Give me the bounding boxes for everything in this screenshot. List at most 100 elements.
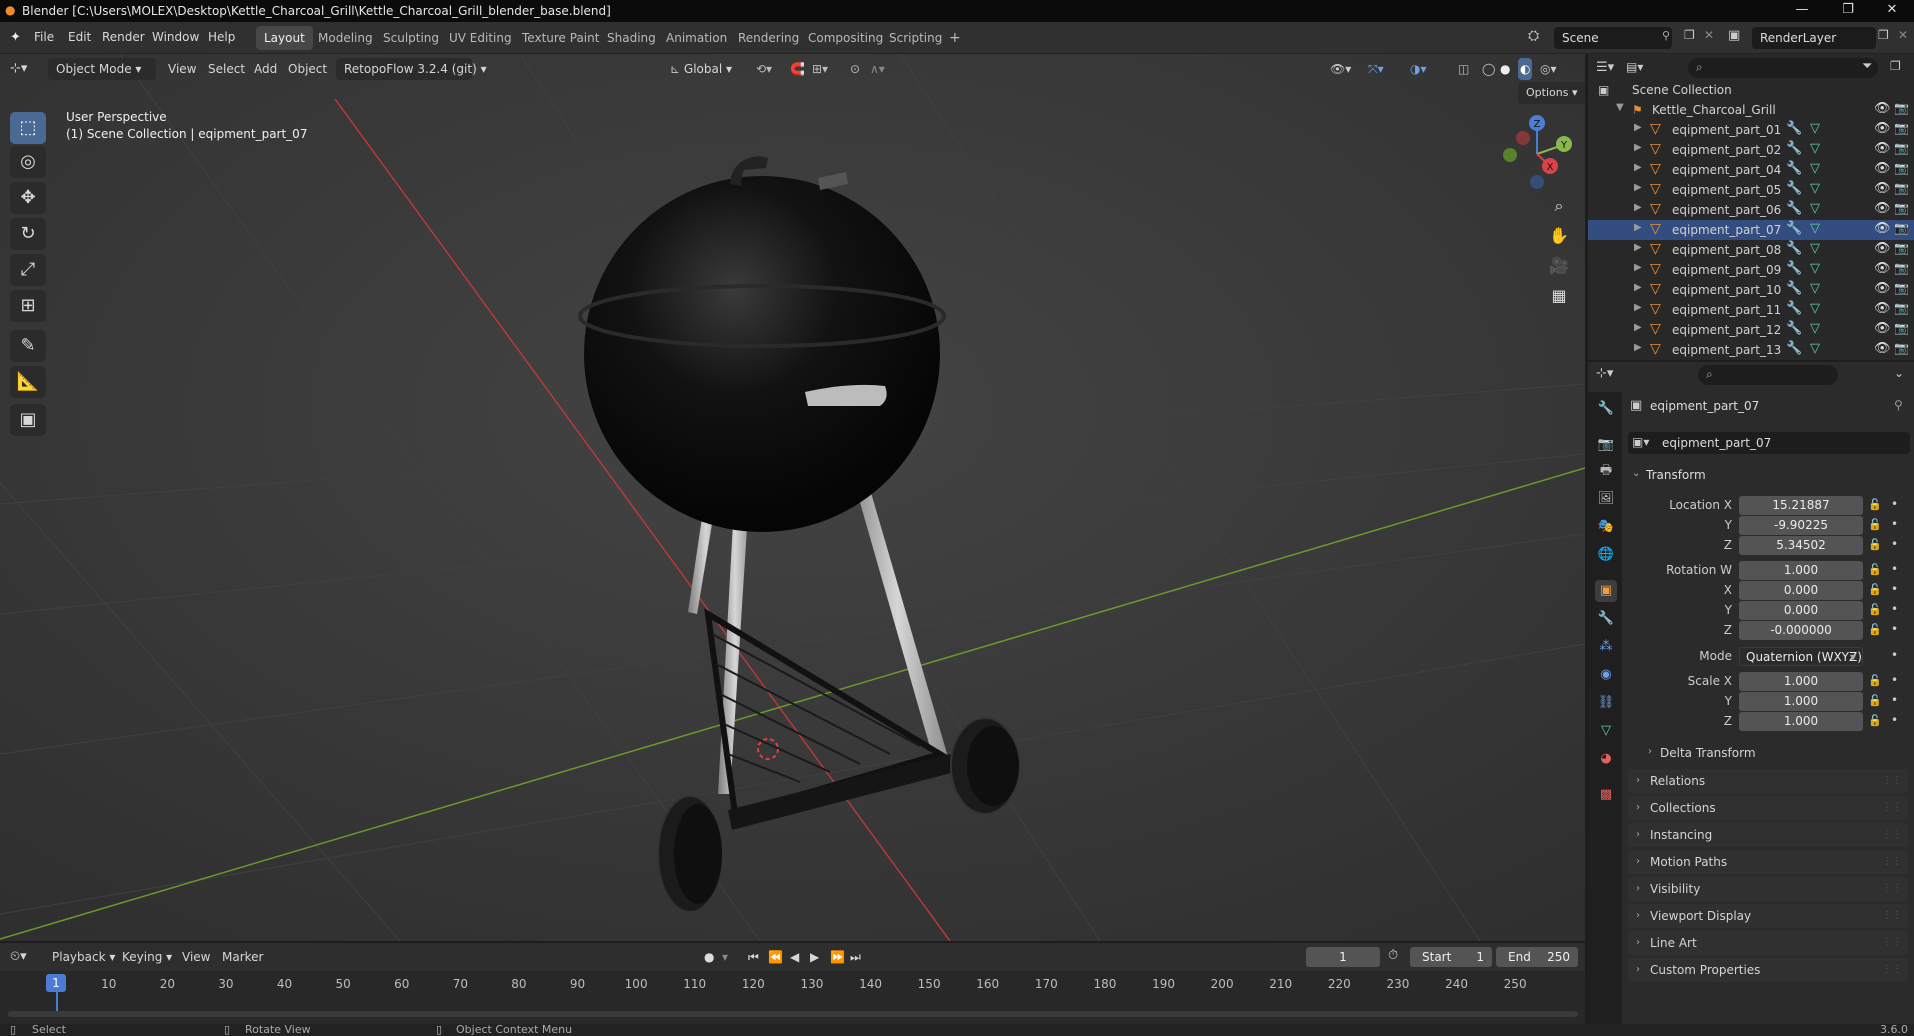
mesh-data-icon[interactable]: ▽: [1810, 241, 1820, 256]
timeline-scrollbar[interactable]: [8, 1011, 1578, 1017]
visibility-icon[interactable]: 👁▾: [1330, 58, 1351, 80]
pin-icon[interactable]: ⚲: [1662, 29, 1670, 42]
object-mode-dropdown[interactable]: Object Mode ▾: [48, 58, 156, 80]
rotation-mode-dropdown[interactable]: Quaternion (WXYZ) ▾: [1739, 647, 1863, 666]
object-datablock-field[interactable]: ▣▾ eqipment_part_07: [1628, 432, 1910, 454]
wireframe-shading-icon[interactable]: ◯: [1482, 58, 1495, 80]
properties-subpanel[interactable]: › Viewport Display ⋮⋮: [1628, 904, 1908, 928]
expand-arrow-icon[interactable]: ▶: [1634, 122, 1642, 133]
mesh-data-icon[interactable]: ▽: [1810, 181, 1820, 196]
outliner-search-input[interactable]: [1688, 58, 1878, 78]
scene-icon[interactable]: ⛭: [1528, 28, 1539, 44]
render-camera-icon[interactable]: 📷: [1894, 261, 1909, 275]
render-camera-icon[interactable]: 📷: [1894, 181, 1909, 195]
end-frame-field[interactable]: End 250: [1496, 947, 1578, 967]
keyframe-dot-icon[interactable]: •: [1891, 713, 1898, 727]
options-button[interactable]: Options ▾: [1518, 82, 1586, 104]
timeline-menu-keying[interactable]: Keying ▾: [122, 946, 172, 968]
world-tab-icon[interactable]: 🌐: [1595, 544, 1617, 566]
mesh-data-icon[interactable]: ▽: [1810, 201, 1820, 216]
menu-help[interactable]: Help: [208, 30, 235, 44]
render-camera-icon[interactable]: 📷: [1894, 121, 1909, 135]
eye-icon[interactable]: 👁: [1874, 161, 1891, 176]
eye-icon[interactable]: 👁: [1874, 221, 1891, 236]
drag-grip-icon[interactable]: ⋮⋮: [1882, 931, 1902, 955]
keyframe-dot-icon[interactable]: •: [1891, 622, 1898, 636]
play-reverse-icon[interactable]: ◀: [790, 946, 799, 968]
solid-shading-icon[interactable]: ●: [1500, 58, 1510, 80]
render-camera-icon[interactable]: 📷: [1894, 201, 1909, 215]
scale-x-field[interactable]: 1.000: [1739, 672, 1863, 691]
lock-icon[interactable]: 🔓: [1868, 714, 1882, 727]
scale-y-field[interactable]: 1.000: [1739, 692, 1863, 711]
keyframe-dot-icon[interactable]: •: [1891, 562, 1898, 576]
mesh-data-icon[interactable]: ▽: [1810, 281, 1820, 296]
keyframe-dot-icon[interactable]: •: [1891, 582, 1898, 596]
expand-arrow-icon[interactable]: ▶: [1634, 202, 1642, 213]
modifier-wrench-icon[interactable]: 🔧: [1786, 241, 1802, 256]
orientation-dropdown[interactable]: ⊾ Global ▾: [670, 58, 746, 80]
outliner-item[interactable]: ▶ ▽ eqipment_part_01 🔧 ▽ 👁 📷: [1588, 120, 1914, 140]
delete-view-layer-icon[interactable]: ✕: [1898, 28, 1908, 42]
tab-modeling[interactable]: Modeling: [310, 26, 381, 50]
outliner-collection[interactable]: ▼ ⚑ Kettle_Charcoal_Grill 👁 📷: [1588, 100, 1914, 120]
keyframe-dot-icon[interactable]: •: [1891, 648, 1898, 662]
constraints-tab-icon[interactable]: ⛓: [1595, 692, 1617, 714]
filter-icon[interactable]: ⏷: [1862, 59, 1872, 74]
eye-icon[interactable]: 👁: [1874, 341, 1891, 356]
material-shading-icon[interactable]: ◐: [1518, 58, 1533, 80]
new-collection-icon[interactable]: ❐: [1890, 59, 1901, 73]
menu-file[interactable]: File: [34, 30, 54, 44]
expand-arrow-icon[interactable]: ▶: [1634, 322, 1642, 333]
keyframe-dot-icon[interactable]: •: [1891, 693, 1898, 707]
rotation-x-field[interactable]: 0.000: [1739, 581, 1863, 600]
render-camera-icon[interactable]: 📷: [1894, 241, 1909, 255]
render-camera-icon[interactable]: 📷: [1894, 141, 1909, 155]
location-y-field[interactable]: -9.90225: [1739, 516, 1863, 535]
close-icon[interactable]: ✕: [1870, 0, 1914, 22]
expand-arrow-icon[interactable]: ▶: [1634, 262, 1642, 273]
render-camera-icon[interactable]: 📷: [1894, 221, 1909, 235]
modifier-wrench-icon[interactable]: 🔧: [1786, 141, 1802, 156]
outliner-item[interactable]: ▶ ▽ eqipment_part_11 🔧 ▽ 👁 📷: [1588, 300, 1914, 320]
location-x-field[interactable]: 15.21887: [1739, 496, 1863, 515]
modifier-tab-icon[interactable]: 🔧: [1595, 608, 1617, 630]
eye-icon[interactable]: 👁: [1874, 201, 1891, 216]
collapse-arrow-icon[interactable]: ▼: [1616, 102, 1624, 113]
render-camera-icon[interactable]: 📷: [1894, 301, 1909, 315]
xray-icon[interactable]: ◫: [1458, 58, 1469, 80]
pan-hand-icon[interactable]: ✋: [1545, 222, 1573, 250]
modifier-wrench-icon[interactable]: 🔧: [1786, 201, 1802, 216]
menu-edit[interactable]: Edit: [68, 30, 91, 44]
jump-key-forward-icon[interactable]: ⏩: [830, 946, 845, 968]
mesh-data-icon[interactable]: ▽: [1810, 341, 1820, 356]
outliner-item[interactable]: ▶ ▽ eqipment_part_07 🔧 ▽ 👁 📷: [1588, 220, 1914, 240]
select-box-tool[interactable]: ⬚: [10, 112, 46, 144]
pivot-icon[interactable]: ⟲▾: [756, 58, 772, 80]
ortho-grid-icon[interactable]: ▦: [1545, 282, 1573, 310]
outliner-type-icon[interactable]: ☰▾: [1596, 60, 1614, 75]
scale-z-field[interactable]: 1.000: [1739, 712, 1863, 731]
data-tab-icon[interactable]: ▽: [1595, 720, 1617, 742]
viewport-menu-view[interactable]: View: [168, 58, 196, 80]
modifier-wrench-icon[interactable]: 🔧: [1786, 301, 1802, 316]
drag-grip-icon[interactable]: ⋮⋮: [1882, 769, 1902, 793]
eye-icon[interactable]: 👁: [1874, 281, 1891, 296]
object-tab-icon[interactable]: ▣: [1595, 580, 1617, 602]
modifier-wrench-icon[interactable]: 🔧: [1786, 261, 1802, 276]
modifier-wrench-icon[interactable]: 🔧: [1786, 321, 1802, 336]
zoom-icon[interactable]: ⌕: [1545, 192, 1573, 220]
properties-options-icon[interactable]: ⌄: [1894, 366, 1904, 380]
modifier-wrench-icon[interactable]: 🔧: [1786, 221, 1802, 236]
mesh-data-icon[interactable]: ▽: [1810, 161, 1820, 176]
properties-search-input[interactable]: [1698, 365, 1838, 385]
properties-subpanel[interactable]: › Visibility ⋮⋮: [1628, 877, 1908, 901]
lock-icon[interactable]: 🔓: [1868, 603, 1882, 616]
render-camera-icon[interactable]: 📷: [1894, 341, 1909, 355]
keyframe-dot-icon[interactable]: •: [1891, 673, 1898, 687]
eye-icon[interactable]: 👁: [1874, 301, 1891, 316]
location-z-field[interactable]: 5.34502: [1739, 536, 1863, 555]
render-camera-icon[interactable]: 📷: [1894, 101, 1909, 115]
mesh-data-icon[interactable]: ▽: [1810, 121, 1820, 136]
properties-type-icon[interactable]: ⊹▾: [1596, 366, 1613, 381]
